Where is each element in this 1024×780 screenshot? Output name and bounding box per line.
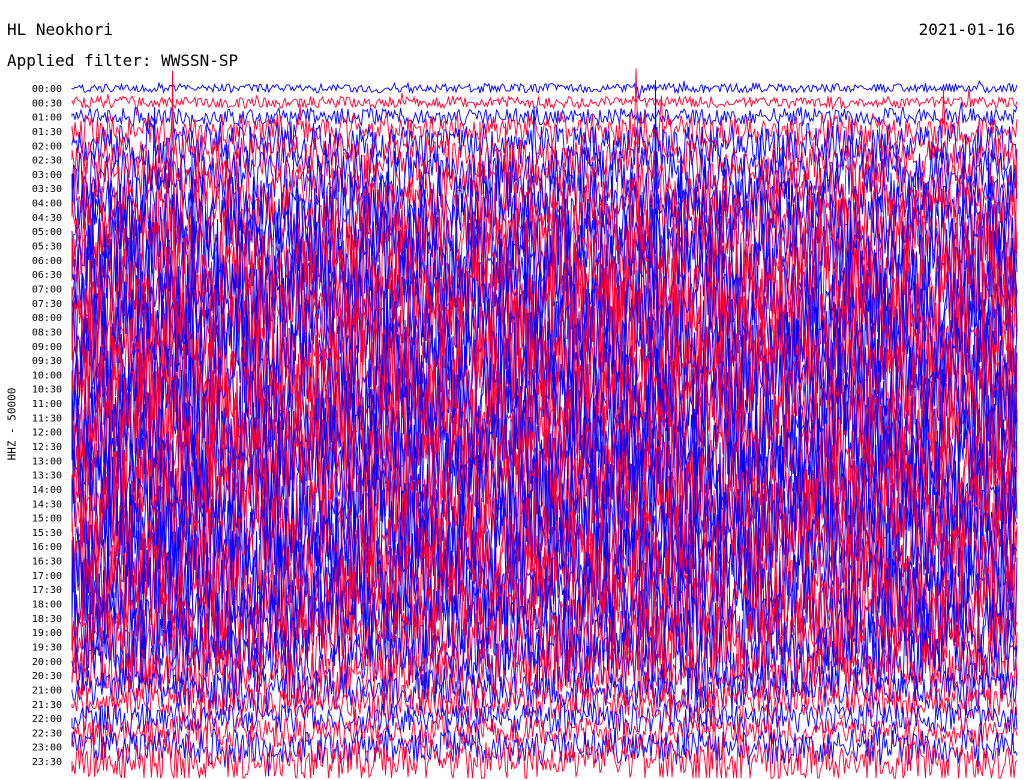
trace-0000 <box>71 80 1018 100</box>
row-label-2130: 21:30 <box>32 700 62 711</box>
row-label-1900: 19:00 <box>32 628 62 639</box>
row-label-0830: 08:30 <box>32 327 62 338</box>
row-label-0330: 03:30 <box>32 184 62 195</box>
row-label-0100: 01:00 <box>32 113 62 124</box>
row-label-0800: 08:00 <box>32 313 62 324</box>
row-label-1730: 17:30 <box>32 585 62 596</box>
row-label-1630: 16:30 <box>32 557 62 568</box>
row-label-0530: 05:30 <box>32 242 62 253</box>
row-label-2300: 23:00 <box>32 743 62 754</box>
row-label-0200: 02:00 <box>32 141 62 152</box>
row-label-0400: 04:00 <box>32 199 62 210</box>
row-label-1500: 15:00 <box>32 514 62 525</box>
row-label-0030: 00:30 <box>32 98 62 109</box>
row-label-1330: 13:30 <box>32 471 62 482</box>
row-label-2000: 20:00 <box>32 657 62 668</box>
row-label-1130: 11:30 <box>32 413 62 424</box>
row-label-0500: 05:00 <box>32 227 62 238</box>
row-label-1930: 19:30 <box>32 642 62 653</box>
row-label-2230: 22:30 <box>32 728 62 739</box>
row-label-1700: 17:00 <box>32 571 62 582</box>
row-label-1830: 18:30 <box>32 614 62 625</box>
row-label-1600: 16:00 <box>32 542 62 553</box>
row-label-1230: 12:30 <box>32 442 62 453</box>
row-label-0600: 06:00 <box>32 256 62 267</box>
row-label-0430: 04:30 <box>32 213 62 224</box>
row-label-0700: 07:00 <box>32 284 62 295</box>
row-label-2330: 23:30 <box>32 757 62 768</box>
row-label-0730: 07:30 <box>32 299 62 310</box>
row-label-0630: 06:30 <box>32 270 62 281</box>
row-label-2100: 21:00 <box>32 685 62 696</box>
trace-2230 <box>71 699 1018 751</box>
row-label-1300: 13:00 <box>32 456 62 467</box>
row-label-2200: 22:00 <box>32 714 62 725</box>
row-label-1530: 15:30 <box>32 528 62 539</box>
row-label-0930: 09:30 <box>32 356 62 367</box>
row-label-1200: 12:00 <box>32 428 62 439</box>
row-label-1430: 14:30 <box>32 499 62 510</box>
row-label-1030: 10:30 <box>32 385 62 396</box>
row-label-0130: 01:30 <box>32 127 62 138</box>
row-label-2030: 20:30 <box>32 671 62 682</box>
row-label-0000: 00:00 <box>32 84 62 95</box>
trace-0030 <box>71 88 1018 116</box>
row-label-0230: 02:30 <box>32 156 62 167</box>
row-label-1400: 14:00 <box>32 485 62 496</box>
trace-0130 <box>71 68 1018 151</box>
row-label-0900: 09:00 <box>32 342 62 353</box>
row-label-0300: 03:00 <box>32 170 62 181</box>
row-label-1000: 10:00 <box>32 370 62 381</box>
row-label-1800: 18:00 <box>32 600 62 611</box>
row-label-1100: 11:00 <box>32 399 62 410</box>
helicorder-plot: 00:00 00:30 01:00 01:30 02:00 02:30 03:00 03:30… <box>32 68 1018 779</box>
